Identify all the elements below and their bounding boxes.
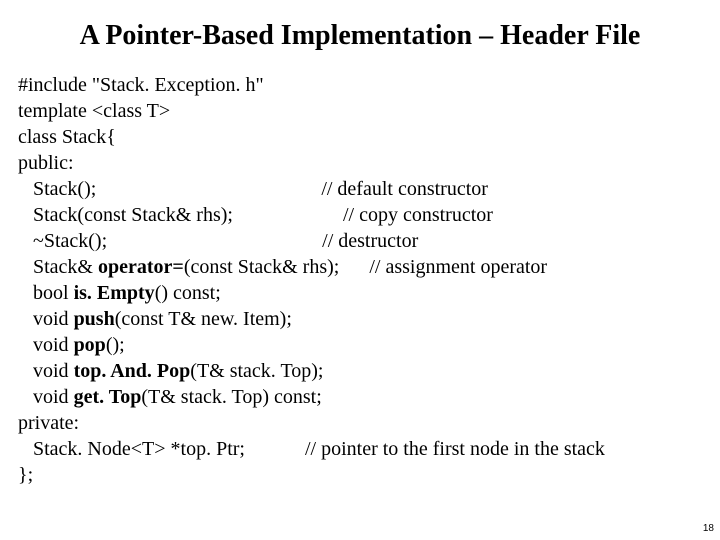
code-text: void	[18, 334, 74, 356]
code-line: ~Stack(); // destructor	[18, 228, 702, 254]
slide-title: A Pointer-Based Implementation – Header …	[0, 20, 720, 52]
code-bold: push	[74, 308, 115, 330]
code-text: void	[18, 386, 74, 408]
code-line: void top. And. Pop(T& stack. Top);	[18, 358, 702, 384]
code-text: (const Stack& rhs);	[184, 256, 340, 278]
code-line: #include "Stack. Exception. h"	[18, 72, 702, 98]
code-line: bool is. Empty() const;	[18, 280, 702, 306]
slide: A Pointer-Based Implementation – Header …	[0, 0, 720, 540]
code-line: Stack& operator=(const Stack& rhs); // a…	[18, 254, 702, 280]
code-text: (const T& new. Item);	[115, 308, 292, 330]
code-line: void pop();	[18, 332, 702, 358]
code-comment: // destructor	[322, 230, 418, 252]
code-comment: // copy constructor	[343, 204, 493, 226]
code-bold: operator=	[98, 256, 184, 278]
code-bold: is. Empty	[74, 282, 155, 304]
spacer	[245, 438, 305, 460]
code-text: Stack&	[18, 256, 98, 278]
code-line: void push(const T& new. Item);	[18, 306, 702, 332]
code-text: Stack(const Stack& rhs);	[18, 204, 233, 226]
code-text: Stack. Node<T> *top. Ptr;	[18, 438, 245, 460]
code-line: Stack. Node<T> *top. Ptr; // pointer to …	[18, 436, 702, 462]
code-line: template <class T>	[18, 98, 702, 124]
code-text: void	[18, 360, 74, 382]
spacer	[96, 178, 321, 200]
code-comment: // assignment operator	[369, 256, 547, 278]
code-text: (T& stack. Top) const;	[141, 386, 321, 408]
code-text: Stack();	[18, 178, 96, 200]
code-comment: // default constructor	[321, 178, 488, 200]
code-text: ();	[106, 334, 125, 356]
code-text: void	[18, 308, 74, 330]
code-text: ~Stack();	[18, 230, 107, 252]
code-text: bool	[18, 282, 74, 304]
code-line: };	[18, 462, 702, 488]
code-bold: top. And. Pop	[74, 360, 191, 382]
code-text: () const;	[155, 282, 221, 304]
page-number: 18	[703, 523, 714, 534]
code-line: class Stack{	[18, 124, 702, 150]
code-bold: pop	[74, 334, 106, 356]
code-line: public:	[18, 150, 702, 176]
code-text: (T& stack. Top);	[190, 360, 323, 382]
code-block: #include "Stack. Exception. h" template …	[18, 72, 702, 488]
code-line: Stack(); // default constructor	[18, 176, 702, 202]
spacer	[233, 204, 343, 226]
spacer	[339, 256, 369, 278]
code-line: private:	[18, 410, 702, 436]
code-bold: get. Top	[74, 386, 142, 408]
code-line: void get. Top(T& stack. Top) const;	[18, 384, 702, 410]
code-comment: // pointer to the first node in the stac…	[305, 438, 605, 460]
code-line: Stack(const Stack& rhs); // copy constru…	[18, 202, 702, 228]
spacer	[107, 230, 322, 252]
